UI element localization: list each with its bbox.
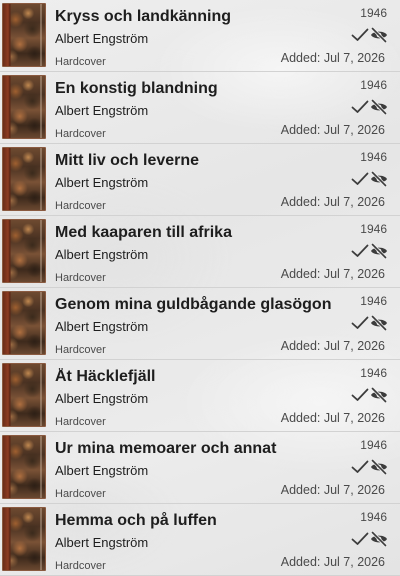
book-format: Hardcover	[55, 416, 106, 428]
book-cover	[2, 219, 46, 283]
date-added: Added: Jul 7, 2026	[280, 411, 385, 425]
eye-off-icon[interactable]	[370, 243, 388, 259]
book-row[interactable]: Mitt liv och leverne Albert Engström Har…	[0, 144, 400, 216]
book-year: 1946	[360, 222, 387, 236]
book-author: Albert Engström	[55, 31, 149, 46]
eye-off-icon[interactable]	[370, 99, 388, 115]
book-cover	[2, 507, 46, 571]
book-year: 1946	[360, 510, 387, 524]
eye-off-icon[interactable]	[370, 315, 388, 331]
date-added: Added: Jul 7, 2026	[280, 51, 385, 65]
checkmark-icon[interactable]	[351, 244, 369, 258]
book-year: 1946	[360, 366, 387, 380]
book-cover	[2, 291, 46, 355]
eye-off-icon[interactable]	[370, 27, 388, 43]
book-format: Hardcover	[55, 344, 106, 356]
checkmark-icon[interactable]	[351, 388, 369, 402]
date-added: Added: Jul 7, 2026	[280, 339, 385, 353]
eye-off-icon[interactable]	[370, 459, 388, 475]
book-author: Albert Engström	[55, 391, 149, 406]
book-row[interactable]: Kryss och landkänning Albert Engström Ha…	[0, 0, 400, 72]
date-added: Added: Jul 7, 2026	[280, 483, 385, 497]
book-title: En konstig blandning	[55, 80, 218, 97]
book-format: Hardcover	[55, 488, 106, 500]
checkmark-icon[interactable]	[351, 316, 369, 330]
book-row[interactable]: Ur mina memoarer och annat Albert Engstr…	[0, 432, 400, 504]
checkmark-icon[interactable]	[351, 172, 369, 186]
checkmark-icon[interactable]	[351, 28, 369, 42]
date-added: Added: Jul 7, 2026	[280, 195, 385, 209]
book-cover	[2, 75, 46, 139]
eye-off-icon[interactable]	[370, 171, 388, 187]
book-title: Ur mina memoarer och annat	[55, 440, 277, 457]
book-title: Åt Häcklefjäll	[55, 368, 156, 385]
book-year: 1946	[360, 150, 387, 164]
book-row[interactable]: Hemma och på luffen Albert Engström Hard…	[0, 504, 400, 576]
book-row[interactable]: Genom mina guldbågande glasögon Albert E…	[0, 288, 400, 360]
book-title: Kryss och landkänning	[55, 8, 232, 25]
checkmark-icon[interactable]	[351, 460, 369, 474]
book-format: Hardcover	[55, 128, 106, 140]
book-row[interactable]: Åt Häcklefjäll Albert Engström Hardcover…	[0, 360, 400, 432]
date-added: Added: Jul 7, 2026	[280, 267, 385, 281]
book-cover	[2, 363, 46, 427]
book-title: Hemma och på luffen	[55, 512, 217, 529]
book-author: Albert Engström	[55, 319, 149, 334]
book-year: 1946	[360, 78, 387, 92]
checkmark-icon[interactable]	[351, 532, 369, 546]
book-year: 1946	[360, 438, 387, 452]
book-title: Med kaaparen till afrika	[55, 224, 232, 241]
date-added: Added: Jul 7, 2026	[280, 123, 385, 137]
book-author: Albert Engström	[55, 175, 149, 190]
eye-off-icon[interactable]	[370, 531, 388, 547]
book-row[interactable]: Med kaaparen till afrika Albert Engström…	[0, 216, 400, 288]
book-format: Hardcover	[55, 272, 106, 284]
book-cover	[2, 435, 46, 499]
book-row[interactable]: En konstig blandning Albert Engström Har…	[0, 72, 400, 144]
eye-off-icon[interactable]	[370, 387, 388, 403]
date-added: Added: Jul 7, 2026	[280, 555, 385, 569]
book-cover	[2, 3, 46, 67]
book-cover	[2, 147, 46, 211]
book-format: Hardcover	[55, 560, 106, 572]
book-format: Hardcover	[55, 200, 106, 212]
book-author: Albert Engström	[55, 463, 149, 478]
book-format: Hardcover	[55, 56, 106, 68]
book-author: Albert Engström	[55, 247, 149, 262]
book-title: Genom mina guldbågande glasögon	[55, 296, 332, 313]
book-year: 1946	[360, 294, 387, 308]
book-year: 1946	[360, 6, 387, 20]
book-author: Albert Engström	[55, 103, 149, 118]
book-author: Albert Engström	[55, 535, 149, 550]
book-list: Kryss och landkänning Albert Engström Ha…	[0, 0, 400, 576]
book-title: Mitt liv och leverne	[55, 152, 200, 169]
checkmark-icon[interactable]	[351, 100, 369, 114]
